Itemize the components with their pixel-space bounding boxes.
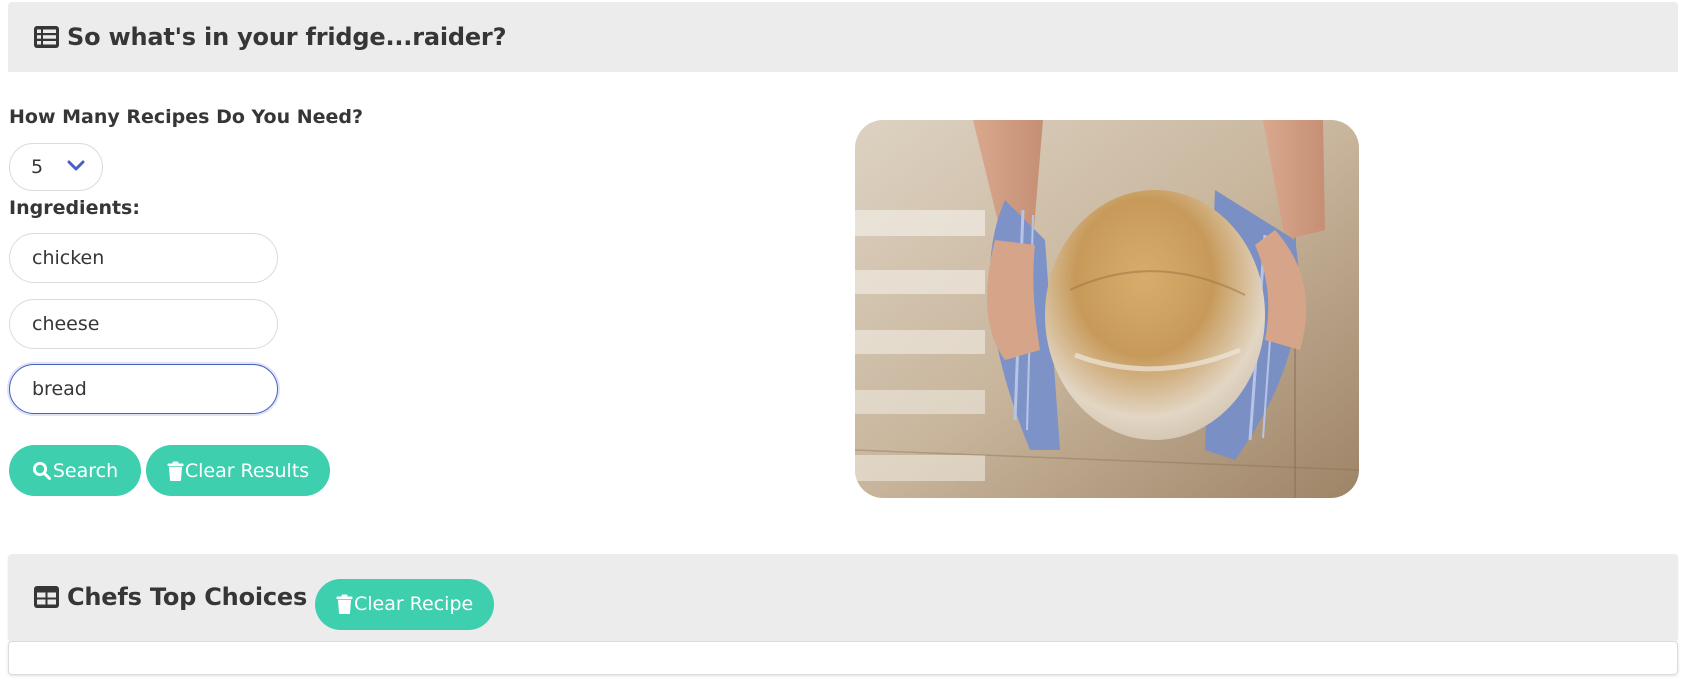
- search-icon: [32, 461, 51, 480]
- ingredient-input-2[interactable]: cheese: [9, 299, 278, 349]
- ingredient-value: bread: [32, 378, 87, 400]
- trash-icon: [167, 461, 184, 481]
- chefs-choices-header: Chefs Top Choices Clear Recipe: [8, 554, 1678, 640]
- ingredient-input-3[interactable]: bread: [9, 364, 278, 414]
- chefs-choices-title: Chefs Top Choices: [67, 583, 308, 611]
- clear-recipe-button[interactable]: Clear Recipe: [315, 578, 495, 630]
- recipes-count-select[interactable]: 5: [9, 143, 103, 191]
- recipes-count-label: How Many Recipes Do You Need?: [9, 106, 364, 128]
- list-icon: [34, 26, 59, 48]
- page-title: So what's in your fridge...raider?: [67, 23, 507, 51]
- table-icon: [34, 586, 59, 608]
- ingredient-value: chicken: [32, 247, 105, 269]
- clear-recipe-button-label: Clear Recipe: [353, 593, 474, 615]
- clear-results-button-label: Clear Results: [184, 459, 310, 482]
- ingredient-input-1[interactable]: chicken: [9, 233, 278, 283]
- fridge-header: So what's in your fridge...raider?: [8, 2, 1678, 72]
- ingredients-label: Ingredients:: [9, 197, 140, 219]
- bread-photo: [855, 120, 1359, 498]
- search-button-label: Search: [52, 459, 119, 482]
- search-button[interactable]: Search: [9, 445, 141, 496]
- page: So what's in your fridge...raider? How M…: [0, 0, 1689, 683]
- chevron-down-icon: [67, 160, 85, 171]
- ingredient-value: cheese: [32, 313, 100, 335]
- clear-results-button[interactable]: Clear Results: [146, 445, 330, 496]
- trash-icon: [336, 594, 353, 614]
- recipes-count-value: 5: [31, 156, 44, 178]
- results-container: [8, 641, 1678, 675]
